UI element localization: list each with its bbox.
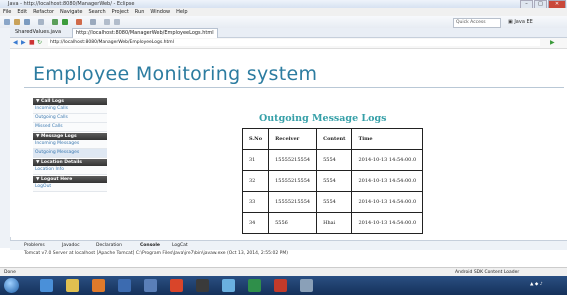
open-icon[interactable]: [14, 19, 20, 25]
sidebar-item-outgoing-messages[interactable]: Outgoing Messages: [33, 149, 107, 158]
cell-time: 2014-10-13 14:54:00.0: [351, 149, 424, 171]
windows-taskbar: ▲ ◆ ♪: [0, 276, 567, 295]
table-row: 33 15555215554 5554 2014-10-13 14:54:00.…: [241, 191, 424, 213]
excel-icon[interactable]: [248, 279, 261, 292]
table-header-row: S.No Receiver Content Time: [241, 128, 424, 150]
search-icon[interactable]: [90, 19, 96, 25]
refresh-icon[interactable]: ↻: [37, 40, 42, 46]
stop-icon[interactable]: ■: [29, 40, 35, 46]
misc-icon[interactable]: [300, 279, 313, 292]
cell-content: 5554: [316, 191, 353, 213]
tab-employee-logs[interactable]: http://localhost:8080/ManagerWeb/Employe…: [72, 28, 218, 38]
menu-search[interactable]: Search: [88, 8, 105, 16]
page-title: Employee Monitoring system: [33, 63, 318, 85]
tab-javadoc[interactable]: Javadoc: [62, 241, 80, 250]
cell-sno: 31: [241, 149, 270, 171]
sidebar-item-incoming-messages[interactable]: Incoming Messages: [33, 140, 107, 149]
cell-sno: 34: [241, 212, 270, 234]
sidebar-item-outgoing-calls[interactable]: Outgoing Calls: [33, 114, 107, 123]
media-player-icon[interactable]: [92, 279, 105, 292]
run-icon[interactable]: [62, 19, 68, 25]
cell-time: 2014-10-13 14:54:00.0: [351, 191, 424, 213]
window-controls: – □ ✕: [520, 0, 566, 9]
ie-icon[interactable]: [40, 279, 53, 292]
menu-file[interactable]: File: [3, 8, 11, 16]
go-icon[interactable]: ▶: [550, 40, 555, 46]
server-icon[interactable]: [76, 19, 82, 25]
section-heading: Outgoing Message Logs: [259, 113, 387, 124]
sidebar-header-location-details[interactable]: ▼ Location Details: [33, 159, 107, 166]
terminal-icon[interactable]: [196, 279, 209, 292]
table-row: 31 15555215554 5554 2014-10-13 14:54:00.…: [241, 149, 424, 171]
chrome-icon[interactable]: [170, 279, 183, 292]
window-titlebar: Java - http://localhost:8080/ManagerWeb/…: [0, 0, 567, 9]
browser-viewport: Employee Monitoring system ▼ Call Logs I…: [10, 49, 567, 237]
tab-console[interactable]: Console: [140, 241, 160, 250]
sidebar-item-incoming-calls[interactable]: Incoming Calls: [33, 105, 107, 114]
menu-window[interactable]: Window: [150, 8, 170, 16]
app-icon[interactable]: [144, 279, 157, 292]
cell-sno: 33: [241, 191, 270, 213]
menu-project[interactable]: Project: [112, 8, 129, 16]
sidebar: ▼ Call Logs Incoming Calls Outgoing Call…: [33, 97, 107, 192]
url-input[interactable]: http://localhost:8080/ManagerWeb/Employe…: [48, 39, 540, 46]
table-row: 32 15555215554 5554 2014-10-13 14:54:00.…: [241, 170, 424, 192]
debug-icon[interactable]: [52, 19, 58, 25]
print-icon[interactable]: [38, 19, 44, 25]
browser-address-bar: ◀ ▶ ■ ↻ http://localhost:8080/ManagerWeb…: [10, 38, 567, 49]
tab-sharedvalues[interactable]: SharedValues.java: [12, 28, 64, 37]
menu-edit[interactable]: Edit: [17, 8, 27, 16]
console-output: Tomcat v7.0 Server at localhost [Apache …: [24, 251, 289, 256]
forward-icon[interactable]: ▶: [21, 40, 26, 46]
forward-icon[interactable]: [114, 19, 120, 25]
sidebar-item-logout[interactable]: LogOut: [33, 183, 107, 192]
quick-access-input[interactable]: Quick Access: [453, 18, 501, 28]
cell-receiver: 15555215554: [268, 170, 318, 192]
title-divider: [24, 87, 564, 88]
perspective-java-ee[interactable]: ▣ Java EE: [508, 17, 533, 27]
cell-content: Hhai: [316, 212, 353, 234]
cell-receiver: 15555215554: [268, 149, 318, 171]
window-title: Java - http://localhost:8080/ManagerWeb/…: [8, 1, 135, 7]
cell-time: 2014-10-13 14:54:00.0: [351, 170, 424, 192]
folder-icon[interactable]: [222, 279, 235, 292]
menu-help[interactable]: Help: [176, 8, 187, 16]
menu-navigate[interactable]: Navigate: [60, 8, 82, 16]
bottom-panel-tabs: Problems Javadoc Declaration Console Log…: [10, 240, 567, 250]
cell-receiver: 15555215554: [268, 191, 318, 213]
start-button[interactable]: [4, 278, 19, 293]
sidebar-item-missed-calls[interactable]: Missed Calls: [33, 123, 107, 132]
cell-content: 5554: [316, 149, 353, 171]
sidebar-header-logout[interactable]: ▼ Logout Here: [33, 176, 107, 183]
cell-content: 5554: [316, 170, 353, 192]
message-log-table: S.No Receiver Content Time 31 1555521555…: [241, 128, 424, 234]
explorer-icon[interactable]: [66, 279, 79, 292]
new-icon[interactable]: [4, 19, 10, 25]
perspective-label: Java EE: [514, 19, 533, 25]
table-row: 34 5556 Hhai 2014-10-13 14:54:00.0: [241, 212, 424, 234]
cell-receiver: 5556: [268, 212, 318, 234]
back-icon[interactable]: ◀: [13, 40, 18, 46]
acrobat-icon[interactable]: [274, 279, 287, 292]
column-header: Receiver: [268, 128, 318, 150]
system-clock[interactable]: ▲ ◆ ♪: [530, 282, 543, 287]
column-header: Time: [351, 128, 424, 150]
menubar: File Edit Refactor Navigate Search Proje…: [0, 8, 567, 16]
sidebar-header-call-logs[interactable]: ▼ Call Logs: [33, 98, 107, 105]
tab-logcat[interactable]: LogCat: [172, 241, 188, 250]
save-icon[interactable]: [24, 19, 30, 25]
sidebar-header-message-logs[interactable]: ▼ Message Logs: [33, 133, 107, 140]
cell-time: 2014-10-13 14:54:00.0: [351, 212, 424, 234]
sidebar-item-location-info[interactable]: Location Info: [33, 166, 107, 175]
menu-refactor[interactable]: Refactor: [33, 8, 54, 16]
editor-tabs: SharedValues.java http://localhost:8080/…: [10, 28, 567, 38]
tab-problems[interactable]: Problems: [24, 241, 45, 250]
column-header: S.No: [241, 128, 270, 150]
eclipse-icon[interactable]: [118, 279, 131, 292]
back-icon[interactable]: [104, 19, 110, 25]
column-header: Content: [316, 128, 353, 150]
tab-declaration[interactable]: Declaration: [96, 241, 122, 250]
cell-sno: 32: [241, 170, 270, 192]
menu-run[interactable]: Run: [135, 8, 145, 16]
